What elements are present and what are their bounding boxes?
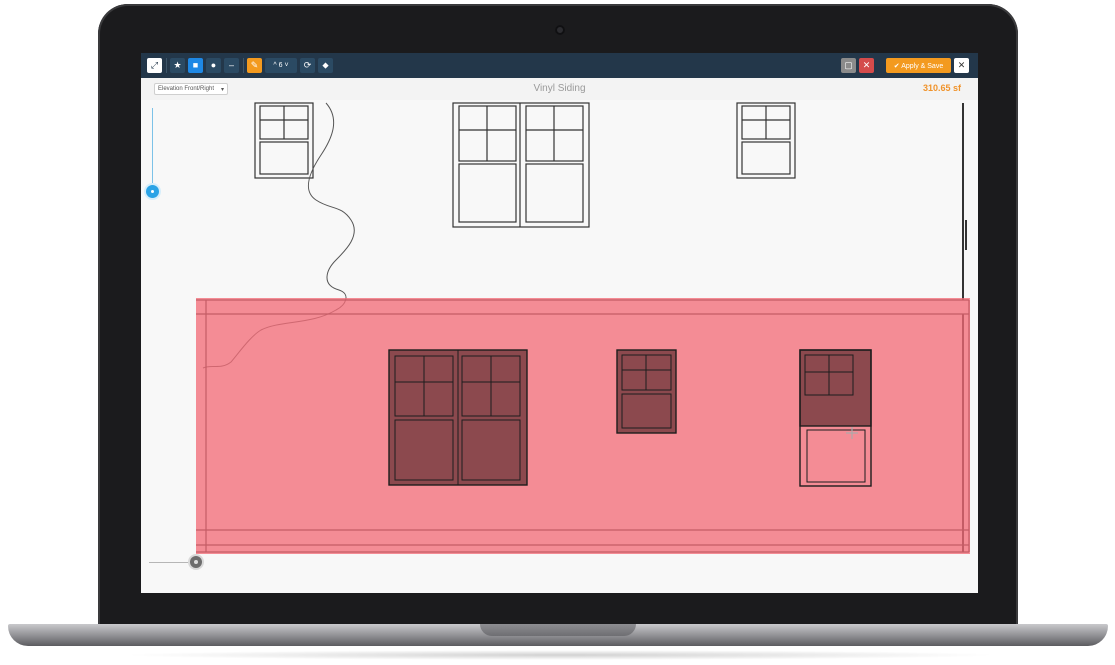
elevation-drawing	[196, 102, 970, 554]
app-screen: ⤢ ★ ■ ● – ✎ ^ 6 ˅ ⟳ ⬥ ▢ ✕ ✔ Apply & Save…	[141, 53, 978, 593]
zoom-slider-track	[152, 108, 153, 188]
pitch-selector[interactable]: ^ 6 ˅	[265, 58, 297, 73]
upper-windows	[254, 102, 967, 300]
tag-icon[interactable]: ⬥	[318, 58, 333, 73]
paint-brush-icon[interactable]: ✎	[247, 58, 262, 73]
rotate-icon[interactable]: ⟳	[300, 58, 315, 73]
page-title: Vinyl Siding	[533, 83, 586, 94]
measurement-value: 310.65 sf	[922, 83, 961, 93]
pan-handle-icon[interactable]	[190, 556, 202, 568]
rectangle-tool-button[interactable]: ■	[188, 58, 203, 73]
laptop-base-notch	[480, 624, 636, 636]
apply-save-button[interactable]: ✔ Apply & Save	[886, 58, 951, 73]
camera-icon	[555, 25, 565, 35]
circle-tool-button[interactable]: ●	[206, 58, 221, 73]
drawing-canvas[interactable]	[141, 100, 978, 593]
zoom-slider-icon[interactable]	[146, 185, 159, 198]
line-tool-button[interactable]: –	[224, 58, 239, 73]
star-tool-button[interactable]: ★	[170, 58, 185, 73]
undo-button[interactable]: ▢	[841, 58, 856, 73]
laptop-shadow	[120, 650, 1000, 660]
close-button[interactable]: ✕	[954, 58, 969, 73]
toolbar: ⤢ ★ ■ ● – ✎ ^ 6 ˅ ⟳ ⬥ ▢ ✕ ✔ Apply & Save…	[141, 53, 978, 78]
pitch-label: ^ 6 ˅	[273, 62, 289, 69]
delete-button[interactable]: ✕	[859, 58, 874, 73]
sub-header: Elevation Front/Right ▾ Vinyl Siding 310…	[141, 78, 978, 101]
expand-icon[interactable]: ⤢	[147, 58, 162, 73]
pan-slider-track	[149, 562, 189, 563]
